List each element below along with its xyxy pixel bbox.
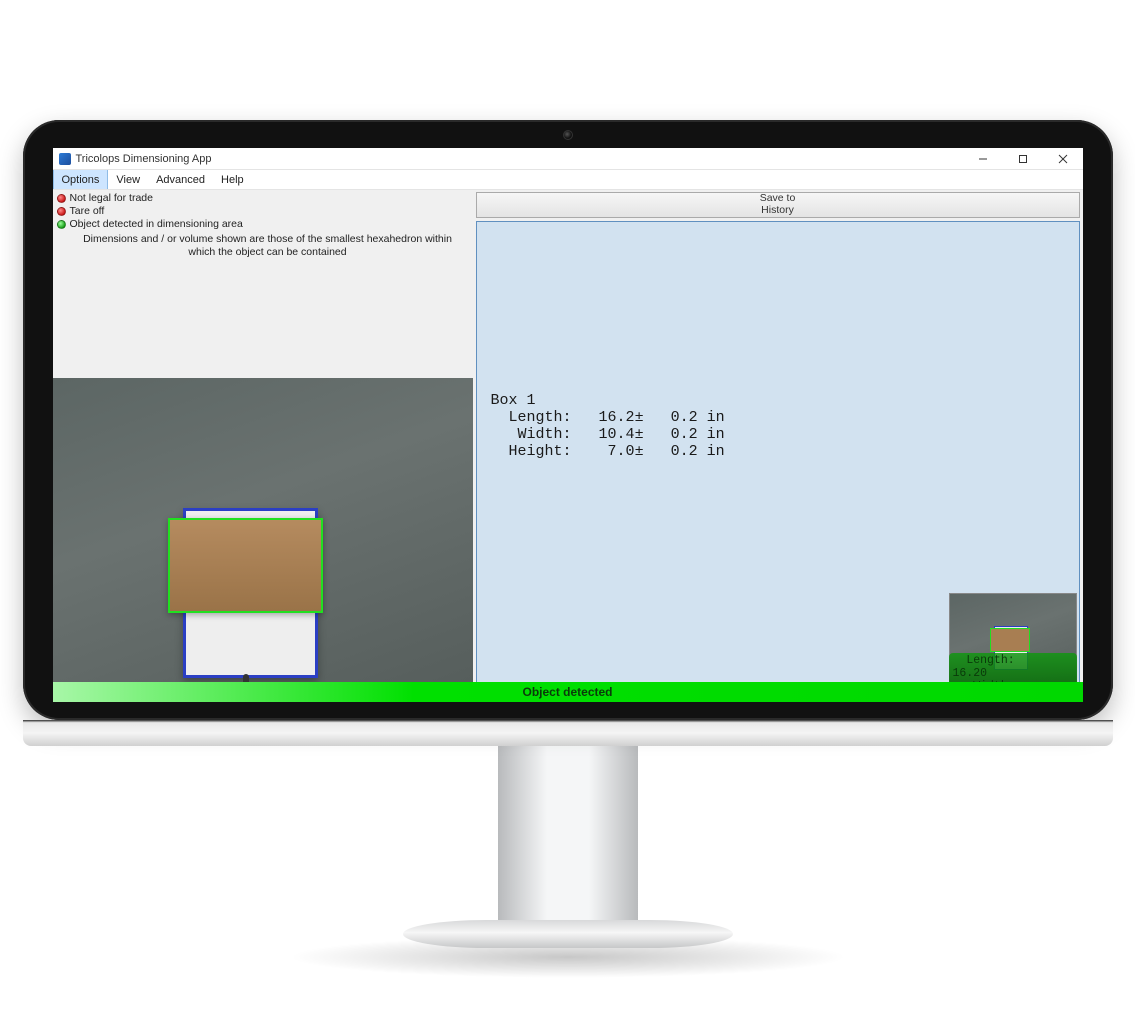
bottom-status-bar: Object detected [53,682,1083,702]
camera-view [53,378,473,698]
monitor-chin [23,720,1113,746]
results-title: Box 1 [491,392,536,409]
status-line-detected: Object detected in dimensioning area [57,218,469,231]
result-height-label: Height: [509,443,572,460]
status-block: Not legal for trade Tare off Object dete… [53,190,473,263]
monitor-stand-neck [498,742,638,942]
result-height-tol: 0.2 [671,443,698,460]
menu-advanced[interactable]: Advanced [148,170,213,189]
app-window: Tricolops Dimensioning App Options View … [53,148,1083,702]
result-width-value: 10.4 [599,426,635,443]
menubar: Options View Advanced Help [53,170,1083,190]
status-dot-green-icon [57,220,66,229]
body-area: Not legal for trade Tare off Object dete… [53,190,1083,702]
monitor-mockup: Tricolops Dimensioning App Options View … [23,120,1113,720]
titlebar: Tricolops Dimensioning App [53,148,1083,170]
status-text-trade: Not legal for trade [70,192,153,204]
menu-options[interactable]: Options [53,170,109,189]
result-length-value: 16.2 [599,409,635,426]
left-pane: Not legal for trade Tare off Object dete… [53,190,473,702]
monitor-camera [563,130,573,140]
camera-area [53,263,473,702]
save-line2: History [477,205,1079,217]
detected-box [168,518,323,613]
result-length-label: Length: [509,409,572,426]
status-line-trade: Not legal for trade [57,192,469,205]
monitor-stand-base [403,920,733,948]
status-text-detected: Object detected in dimensioning area [70,218,243,230]
result-width-unit: in [707,426,725,443]
bottom-status-text: Object detected [522,685,612,699]
results-panel: Box 1 Length: 16.2± 0.2 in Width: 10.4± … [476,221,1080,698]
result-height-value: 7.0 [608,443,635,460]
result-width-label: Width: [518,426,572,443]
status-dot-red-icon [57,207,66,216]
status-text-tare: Tare off [70,205,105,217]
maximize-button[interactable] [1003,148,1043,170]
status-dot-red-icon [57,194,66,203]
right-pane: Save to History Box 1 Length: 16.2± 0.2 … [473,190,1083,702]
result-length-unit: in [707,409,725,426]
result-width-tol: 0.2 [671,426,698,443]
monitor-bezel: Tricolops Dimensioning App Options View … [23,120,1113,720]
minimize-button[interactable] [963,148,1003,170]
status-line-tare: Tare off [57,205,469,218]
close-button[interactable] [1043,148,1083,170]
app-title: Tricolops Dimensioning App [76,153,212,165]
save-to-history-button[interactable]: Save to History [476,192,1080,218]
result-length-tol: 0.2 [671,409,698,426]
app-icon [59,153,71,165]
menu-help[interactable]: Help [213,170,252,189]
menu-view[interactable]: View [108,170,148,189]
status-description: Dimensions and / or volume shown are tho… [57,231,469,259]
result-height-unit: in [707,443,725,460]
